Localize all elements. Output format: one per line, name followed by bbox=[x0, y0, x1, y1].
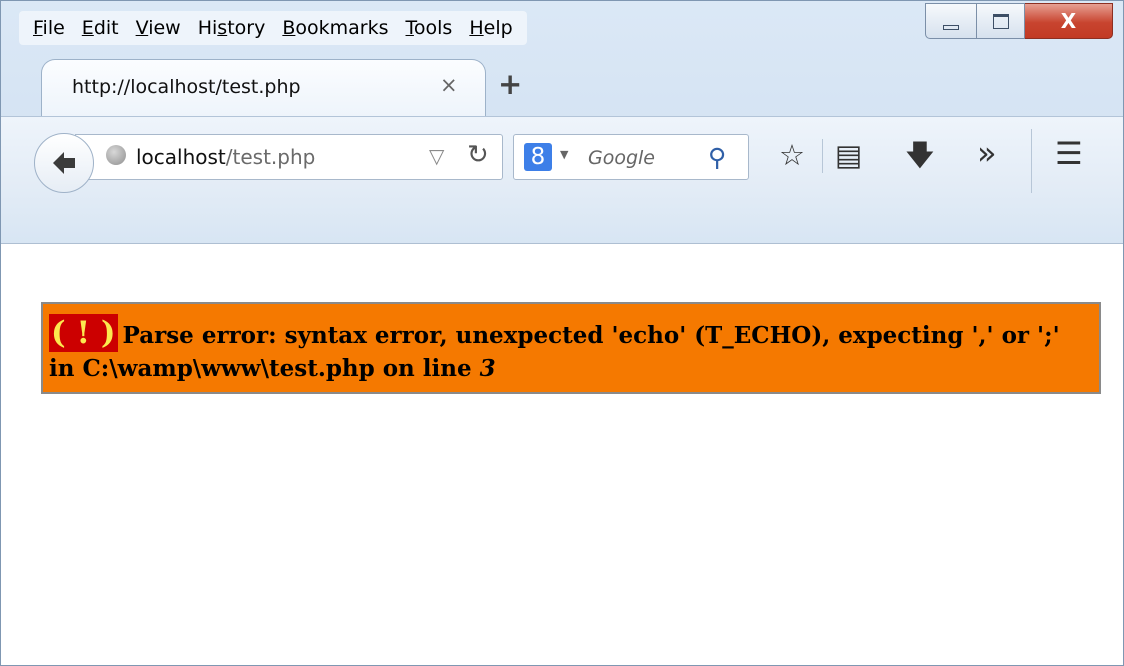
window-caption-buttons: X bbox=[925, 3, 1113, 39]
overflow-chevron-icon[interactable]: » bbox=[977, 137, 997, 169]
error-line-number: 3 bbox=[479, 355, 496, 382]
hamburger-menu-icon[interactable]: ☰ bbox=[1055, 139, 1083, 170]
menu-tools[interactable]: Tools bbox=[406, 17, 453, 39]
url-path: /test.php bbox=[225, 145, 316, 169]
url-history-dropdown-icon[interactable]: ▽ bbox=[429, 144, 444, 168]
page-content: ( ! ) Parse error: syntax error, unexpect… bbox=[1, 244, 1123, 665]
search-placeholder: Google bbox=[588, 147, 656, 169]
menu-bookmarks[interactable]: Bookmarks bbox=[282, 17, 388, 39]
navigation-toolbar: localhost/test.php ▽ ↻ 8 ▼ Google ⚲ ☆ ▤ … bbox=[1, 116, 1123, 244]
google-engine-icon[interactable]: 8 bbox=[524, 143, 552, 171]
browser-window: File Edit View History Bookmarks Tools H… bbox=[0, 0, 1124, 666]
bookmarks-menu-icon[interactable]: ▤ bbox=[835, 141, 862, 170]
url-host: localhost bbox=[136, 145, 226, 169]
close-window-button[interactable]: X bbox=[1025, 3, 1113, 39]
reload-icon[interactable]: ↻ bbox=[467, 140, 489, 170]
toolbar-separator bbox=[1031, 129, 1032, 193]
restore-icon bbox=[992, 13, 1009, 29]
tab-close-icon[interactable]: × bbox=[440, 73, 458, 97]
new-tab-button[interactable]: + bbox=[498, 70, 522, 99]
search-engine-dropdown-icon[interactable]: ▼ bbox=[560, 148, 568, 161]
url-bar[interactable]: localhost/test.php ▽ ↻ bbox=[75, 134, 503, 180]
toolbar-separator bbox=[822, 139, 823, 173]
warning-icon: ( ! ) bbox=[49, 314, 118, 352]
tab-active[interactable]: http://localhost/test.php × bbox=[41, 59, 486, 117]
menu-help[interactable]: Help bbox=[469, 17, 512, 39]
error-message: Parse error: syntax error, unexpected 'e… bbox=[49, 322, 1060, 382]
bookmark-star-icon[interactable]: ☆ bbox=[779, 141, 805, 170]
maximize-button[interactable] bbox=[977, 3, 1025, 39]
menu-bar: File Edit View History Bookmarks Tools H… bbox=[19, 11, 527, 45]
menu-history[interactable]: History bbox=[198, 17, 266, 39]
back-button[interactable] bbox=[34, 133, 94, 193]
globe-icon bbox=[106, 145, 126, 165]
back-arrow-icon bbox=[53, 152, 75, 174]
minimize-icon bbox=[943, 24, 959, 30]
search-bar[interactable]: 8 ▼ Google ⚲ bbox=[513, 134, 749, 180]
download-icon[interactable]: 🡇 bbox=[905, 141, 935, 170]
menu-file[interactable]: File bbox=[33, 17, 65, 39]
menu-view[interactable]: View bbox=[136, 17, 181, 39]
tab-title: http://localhost/test.php bbox=[72, 76, 301, 98]
url-text[interactable]: localhost/test.php bbox=[136, 145, 315, 169]
menu-edit[interactable]: Edit bbox=[82, 17, 119, 39]
close-icon: X bbox=[1060, 9, 1077, 33]
search-icon[interactable]: ⚲ bbox=[708, 143, 726, 172]
minimize-button[interactable] bbox=[925, 3, 977, 39]
php-error-box: ( ! ) Parse error: syntax error, unexpect… bbox=[41, 302, 1101, 394]
